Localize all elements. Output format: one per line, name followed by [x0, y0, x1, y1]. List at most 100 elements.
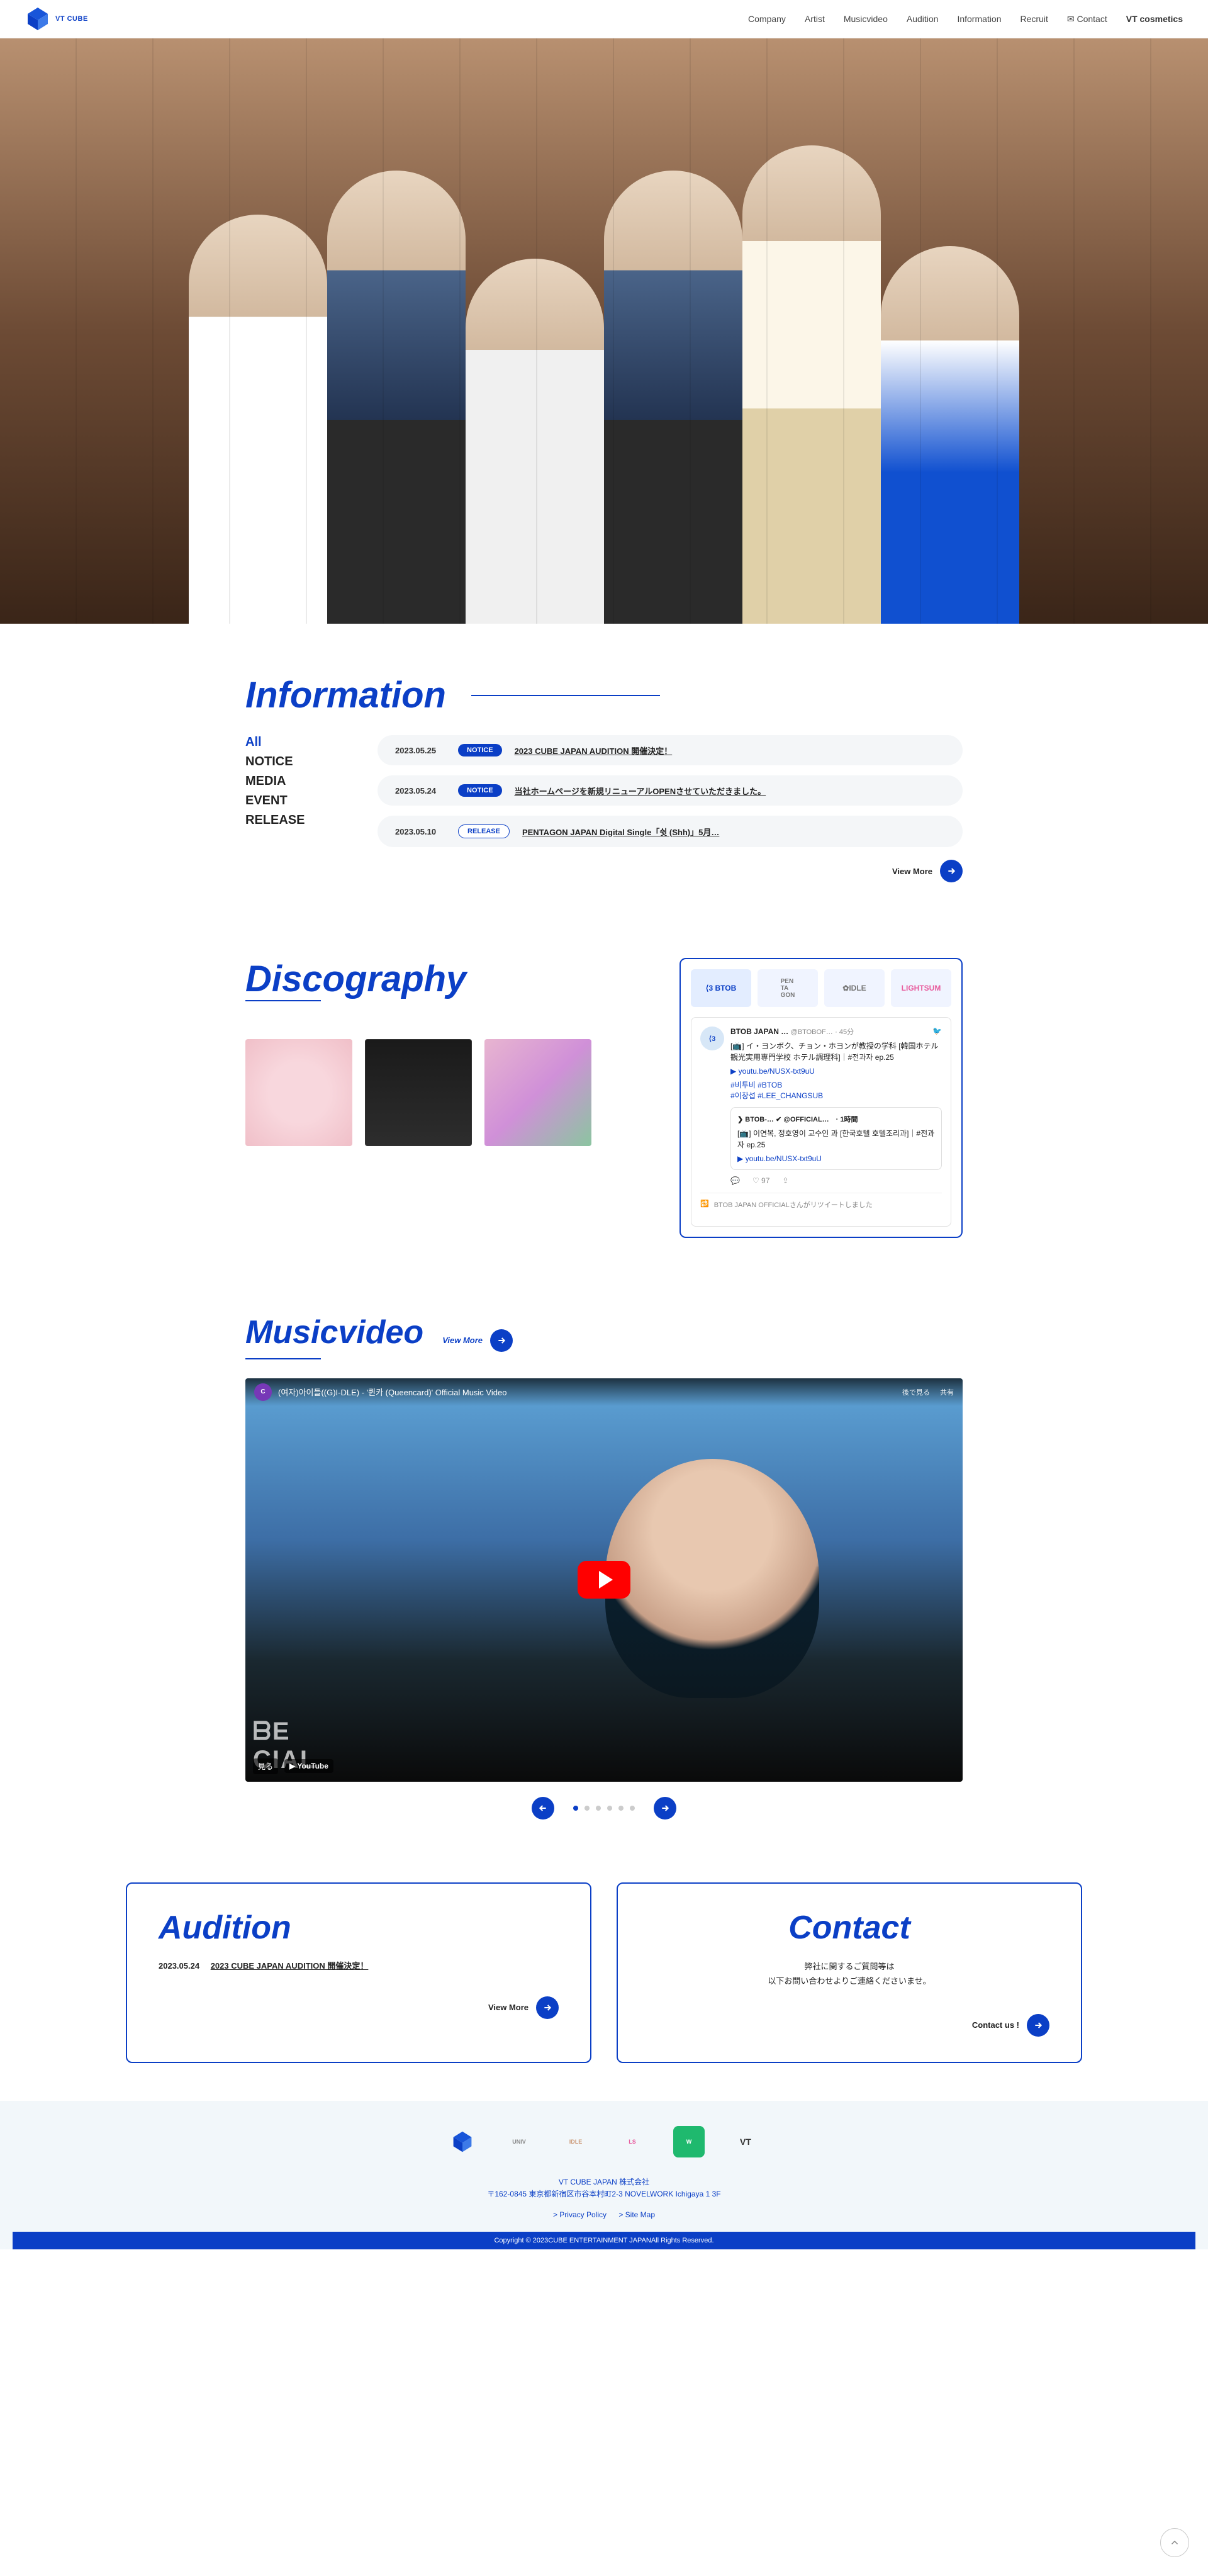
quoted-handle: ❯ BTOB-… ✔ @OFFICIAL… · 1時間 — [737, 1114, 935, 1124]
site-logo[interactable]: VT CUBE — [25, 6, 88, 31]
info-badge: NOTICE — [458, 744, 502, 756]
video-top-bar: C (여자)아이들((G)I-DLE) - '퀸카 (Queencard)' O… — [245, 1378, 963, 1406]
info-tab-event[interactable]: EVENT — [245, 794, 340, 808]
info-date: 2023.05.10 — [395, 827, 445, 836]
tweet-avatar-icon: ⟨3 — [700, 1026, 724, 1050]
nav-musicvideo[interactable]: Musicvideo — [844, 14, 888, 25]
twitter-bird-icon: 🐦 — [932, 1026, 942, 1035]
twitter-tab-btob[interactable]: ⟨3 BTOB — [691, 969, 751, 1007]
twitter-tab-lightsum[interactable]: LIGHTSUM — [891, 969, 951, 1007]
twitter-tab-pentagon[interactable]: PEN TA GON — [758, 969, 818, 1007]
contact-cta-label: Contact us ! — [972, 2020, 1019, 2030]
header: VT CUBE Company Artist Musicvideo Auditi… — [0, 0, 1208, 38]
info-text: PENTAGON JAPAN Digital Single「쉿 (Shh)」5月… — [522, 826, 719, 838]
nav-information[interactable]: Information — [957, 14, 1001, 25]
view-more-label: View More — [892, 867, 932, 876]
arrow-right-icon — [536, 1996, 559, 2019]
youtube-logo-icon[interactable]: ▶ YouTube — [284, 1759, 333, 1773]
logo-cube-icon — [25, 6, 50, 31]
title-line — [245, 1358, 321, 1359]
footer-logo-icon[interactable]: VT — [730, 2126, 761, 2157]
tweet-link[interactable]: ▶ youtu.be/NUSX-txt9uU — [730, 1067, 942, 1076]
watch-on-label[interactable]: 見る — [253, 1758, 278, 1774]
contact-card: Contact 弊社に関するご質問等は 以下お問い合わせよりご連絡くださいませ。… — [617, 1882, 1082, 2063]
retweet-text: BTOB JAPAN OFFICIALさんがリツイートしました — [714, 1200, 873, 1210]
nav-company[interactable]: Company — [748, 14, 786, 25]
info-tab-notice[interactable]: NOTICE — [245, 755, 340, 769]
tweet-hashtags[interactable]: #비투비 #BTOB #이창섭 #LEE_CHANGSUB — [730, 1079, 942, 1101]
channel-avatar-icon[interactable]: C — [254, 1383, 272, 1401]
tweet-time: · 45分 — [835, 1028, 854, 1036]
tweet: ⟨3 BTOB JAPAN … @BTOBOF… · 45分 🐦 [📺] イ・ヨ… — [700, 1026, 942, 1210]
copyright: Copyright © 2023CUBE ENTERTAINMENT JAPAN… — [13, 2232, 1195, 2249]
audition-view-more[interactable]: View More — [159, 1996, 559, 2019]
nav-artist[interactable]: Artist — [805, 14, 825, 25]
info-row[interactable]: 2023.05.24 NOTICE 当社ホームページを新規リニューアルOPENさ… — [378, 775, 963, 806]
info-tab-media[interactable]: MEDIA — [245, 774, 340, 789]
title-line — [471, 695, 660, 696]
album-cover[interactable] — [365, 1039, 472, 1146]
nav-contact[interactable]: Contact — [1067, 14, 1107, 25]
nav-vt-cosmetics[interactable]: VT cosmetics — [1126, 14, 1183, 25]
info-tab-all[interactable]: All — [245, 735, 340, 750]
slider-dots — [573, 1806, 635, 1811]
contact-desc-line: 以下お問い合わせよりご連絡くださいませ。 — [768, 1976, 931, 1986]
hero-person — [604, 171, 742, 624]
share-icon[interactable]: ⇪ — [782, 1176, 788, 1185]
slider-dot[interactable] — [573, 1806, 578, 1811]
video-bottom-bar: 見る ▶ YouTube — [253, 1758, 333, 1774]
play-button[interactable] — [578, 1561, 630, 1599]
nav-recruit[interactable]: Recruit — [1021, 14, 1048, 25]
footer-privacy-link[interactable]: > Privacy Policy — [553, 2210, 607, 2219]
hero-person — [881, 246, 1019, 624]
slider-dot[interactable] — [607, 1806, 612, 1811]
info-view-more[interactable]: View More — [378, 860, 963, 882]
slider-dot[interactable] — [584, 1806, 590, 1811]
info-row[interactable]: 2023.05.25 NOTICE 2023 CUBE JAPAN AUDITI… — [378, 735, 963, 765]
information-title: Information — [245, 674, 963, 716]
video-player[interactable]: C (여자)아이들((G)I-DLE) - '퀸카 (Queencard)' O… — [245, 1378, 963, 1782]
quoted-tweet[interactable]: ❯ BTOB-… ✔ @OFFICIAL… · 1時間 [📺] 이연복, 정호영… — [730, 1107, 942, 1170]
album-cover[interactable] — [484, 1039, 591, 1146]
tweet-handle: BTOB JAPAN … — [730, 1027, 788, 1036]
contact-us-button[interactable]: Contact us ! — [649, 2014, 1049, 2037]
slider-dot[interactable] — [596, 1806, 601, 1811]
share-button[interactable]: 共有 — [940, 1387, 954, 1397]
audition-row[interactable]: 2023.05.24 2023 CUBE JAPAN AUDITION 開催決定… — [159, 1959, 559, 1971]
watch-later-button[interactable]: 後で見る — [902, 1387, 930, 1397]
twitter-feed[interactable]: ⟨3 BTOB JAPAN … @BTOBOF… · 45分 🐦 [📺] イ・ヨ… — [691, 1017, 951, 1227]
slider-prev-button[interactable] — [532, 1797, 554, 1820]
hero-person — [742, 145, 881, 624]
footer-logo-cube-icon[interactable] — [447, 2126, 478, 2157]
footer-company: VT CUBE JAPAN 株式会社 〒162-0845 東京都新宿区市谷本村町… — [13, 2176, 1195, 2200]
view-more-label: View More — [488, 2003, 528, 2012]
slider-dot[interactable] — [630, 1806, 635, 1811]
slider-next-button[interactable] — [654, 1797, 676, 1820]
nav-audition[interactable]: Audition — [907, 14, 939, 25]
footer-sitemap-link[interactable]: > Site Map — [618, 2210, 655, 2219]
scroll-top-button[interactable] — [1160, 2528, 1189, 2557]
footer-logo-icon[interactable]: IDLE — [560, 2126, 591, 2157]
twitter-tab-gidle[interactable]: ✿IDLE — [824, 969, 885, 1007]
footer-logo-icon[interactable]: UNIV — [503, 2126, 535, 2157]
footer-logo-icon[interactable]: LS — [617, 2126, 648, 2157]
contact-description: 弊社に関するご質問等は 以下お問い合わせよりご連絡くださいませ。 — [649, 1959, 1049, 1989]
like-action[interactable]: ♡ 97 — [752, 1176, 769, 1185]
musicvideo-section: Musicvideo View More C (여자)아이들((G)I-DLE)… — [233, 1263, 975, 1845]
info-tab-release[interactable]: RELEASE — [245, 813, 340, 828]
mv-view-more[interactable]: View More — [442, 1329, 513, 1352]
like-count: 97 — [761, 1176, 769, 1185]
slider-dot[interactable] — [618, 1806, 624, 1811]
twitter-widget: ⟨3 BTOB PEN TA GON ✿IDLE LIGHTSUM ⟨3 BTO… — [680, 958, 963, 1238]
quoted-link[interactable]: ▶ youtu.be/NUSX-txt9uU — [737, 1154, 935, 1163]
footer-logo-icon[interactable]: W — [673, 2126, 705, 2157]
video-title: (여자)아이들((G)I-DLE) - '퀸카 (Queencard)' Off… — [278, 1386, 506, 1398]
tweet-actions: 💬 ♡ 97 ⇪ — [730, 1176, 942, 1185]
hero-person — [466, 259, 604, 624]
cards-row: Audition 2023.05.24 2023 CUBE JAPAN AUDI… — [101, 1882, 1107, 2063]
tweet-at: @BTOBOF… — [791, 1028, 833, 1036]
album-cover[interactable] — [245, 1039, 352, 1146]
arrow-right-icon — [940, 860, 963, 882]
info-row[interactable]: 2023.05.10 RELEASE PENTAGON JAPAN Digita… — [378, 816, 963, 847]
reply-icon[interactable]: 💬 — [730, 1176, 740, 1185]
